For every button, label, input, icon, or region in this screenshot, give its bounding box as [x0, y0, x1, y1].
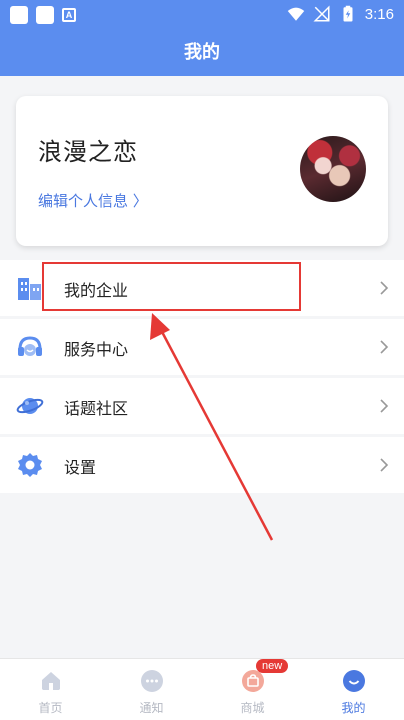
bottom-nav: 首页 通知 商城 new 我的	[0, 658, 404, 720]
chat-bubble-icon	[140, 670, 163, 692]
clock: 3:16	[364, 5, 394, 23]
chevron-right-icon	[380, 458, 389, 472]
nav-tab-notifications[interactable]: 通知	[101, 659, 202, 720]
menu-item-topic-community[interactable]: 话题社区	[0, 378, 404, 434]
annotation-highlight-box	[42, 262, 301, 311]
profile-name: 浪漫之恋	[38, 138, 138, 166]
chevron-right-icon	[380, 340, 389, 354]
menu-item-label: 服务中心	[64, 340, 129, 359]
menu-item-label: 设置	[64, 458, 97, 477]
headset-icon	[18, 336, 42, 356]
nav-label: 通知	[139, 701, 164, 715]
smile-icon	[342, 670, 365, 692]
nav-tab-home[interactable]: 首页	[0, 659, 101, 720]
nav-label: 商城	[240, 701, 265, 715]
a-notification-icon: A	[62, 8, 76, 22]
notification-icon	[36, 6, 54, 24]
menu-item-my-enterprise[interactable]: 我的企业	[0, 260, 404, 316]
nav-label: 首页	[38, 701, 63, 715]
header-bar: A 3:16 我的	[0, 0, 404, 76]
avatar[interactable]	[300, 136, 366, 202]
gear-icon	[18, 453, 42, 477]
nav-label: 我的	[341, 701, 366, 715]
chevron-right-icon	[380, 281, 389, 295]
menu-item-settings[interactable]: 设置	[0, 437, 404, 493]
menu-list: 我的企业 服务中心 话题社区 设置	[0, 260, 404, 496]
nav-tab-mine[interactable]: 我的	[303, 659, 404, 720]
profile-card[interactable]: 浪漫之恋 编辑个人信息 〉	[16, 96, 388, 246]
page-title: 我的	[184, 42, 220, 63]
home-icon	[41, 672, 60, 690]
edit-profile-link[interactable]: 编辑个人信息 〉	[38, 190, 148, 211]
menu-item-label: 话题社区	[64, 399, 129, 418]
chevron-right-icon	[380, 399, 389, 413]
battery-icon	[343, 5, 353, 22]
building-icon	[18, 278, 41, 300]
status-bar: A 3:16	[0, 0, 404, 30]
planet-icon	[16, 398, 44, 414]
notification-icon	[10, 6, 28, 24]
menu-item-service-center[interactable]: 服务中心	[0, 319, 404, 375]
new-badge: new	[256, 659, 289, 673]
no-signal-icon	[313, 5, 330, 22]
wifi-icon	[287, 7, 305, 21]
nav-tab-mall[interactable]: 商城 new	[202, 659, 303, 720]
